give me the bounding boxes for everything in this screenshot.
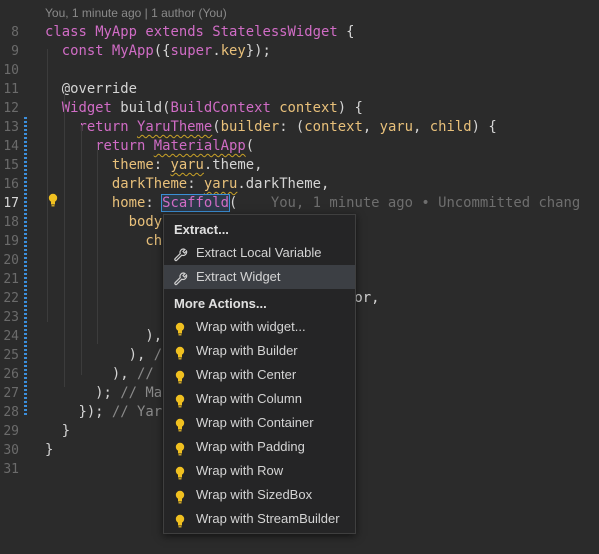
lightbulb-icon: [174, 320, 188, 336]
wrench-icon: [174, 246, 188, 262]
line-number: 17: [3, 196, 19, 211]
line-number: 18: [3, 215, 19, 230]
code-text[interactable]: return MaterialApp(: [45, 137, 254, 156]
indent-guide: [47, 49, 48, 322]
code-line[interactable]: 9 const MyApp({super.key});: [0, 42, 599, 61]
menu-item-wrap-with-padding[interactable]: Wrap with Padding: [164, 435, 355, 459]
menu-item-label: Wrap with Container: [196, 415, 314, 430]
line-number: 14: [3, 139, 19, 154]
code-text[interactable]: ), //: [45, 365, 154, 384]
menu-item-label: Wrap with widget...: [196, 319, 306, 334]
lightbulb-icon: [174, 512, 188, 528]
menu-item-extract-widget[interactable]: Extract Widget: [164, 265, 355, 289]
menu-item-wrap-with-streambuilder[interactable]: Wrap with StreamBuilder: [164, 507, 355, 531]
menu-item-extract-local-variable[interactable]: Extract Local Variable: [164, 241, 355, 265]
line-number: 19: [3, 234, 19, 249]
menu-item-label: Wrap with Column: [196, 391, 302, 406]
inline-blame: You, 1 minute ago • Uncommitted chang: [237, 195, 581, 211]
menu-item-label: Extract Widget: [196, 269, 281, 284]
lightbulb-icon: [174, 464, 188, 480]
code-text[interactable]: body: [45, 213, 162, 232]
line-number: 24: [3, 329, 19, 344]
code-text[interactable]: ); // Ma: [45, 384, 162, 403]
menu-item-wrap-with-builder[interactable]: Wrap with Builder: [164, 339, 355, 363]
code-text[interactable]: @override: [45, 80, 137, 99]
code-text[interactable]: }: [45, 441, 53, 460]
menu-item-wrap-with-sizedbox[interactable]: Wrap with SizedBox: [164, 483, 355, 507]
line-number: 25: [3, 348, 19, 363]
wrench-icon: [174, 270, 188, 286]
code-text[interactable]: const MyApp({super.key});: [45, 42, 271, 61]
quick-fix-menu: Extract... Extract Local Variable Extract…: [163, 214, 356, 534]
line-number: 15: [3, 158, 19, 173]
menu-item-wrap-with-widget[interactable]: Wrap with widget...: [164, 315, 355, 339]
indent-guide: [97, 144, 98, 344]
line-number: 10: [3, 63, 19, 78]
lightbulb-icon: [174, 344, 188, 360]
menu-item-label: Wrap with Row: [196, 463, 284, 478]
line-number: 28: [3, 405, 19, 420]
line-number: 21: [3, 272, 19, 287]
line-number: 23: [3, 310, 19, 325]
code-line[interactable]: 16 darkTheme: yaru.darkTheme,: [0, 175, 599, 194]
code-text[interactable]: darkTheme: yaru.darkTheme,: [45, 175, 329, 194]
code-text[interactable]: ch: [45, 232, 162, 251]
code-text[interactable]: class MyApp extends StatelessWidget {: [45, 23, 354, 42]
menu-item-wrap-with-column[interactable]: Wrap with Column: [164, 387, 355, 411]
code-line[interactable]: 11 @override: [0, 80, 599, 99]
menu-item-label: Wrap with Builder: [196, 343, 298, 358]
code-text[interactable]: Widget build(BuildContext context) {: [45, 99, 363, 118]
indent-guide: [64, 87, 65, 387]
code-line[interactable]: 8 class MyApp extends StatelessWidget {: [0, 23, 599, 42]
code-line[interactable]: 10: [0, 61, 599, 80]
line-number: 12: [3, 101, 19, 116]
line-number: 9: [11, 44, 19, 59]
line-number: 22: [3, 291, 19, 306]
line-number: 8: [11, 25, 19, 40]
menu-item-label: Wrap with SizedBox: [196, 487, 313, 502]
code-line[interactable]: 14 return MaterialApp(: [0, 137, 599, 156]
code-text[interactable]: return YaruTheme(builder: (context, yaru…: [45, 118, 496, 137]
code-line[interactable]: 15 theme: yaru.theme,: [0, 156, 599, 175]
code-line[interactable]: 13 return YaruTheme(builder: (context, y…: [0, 118, 599, 137]
lightbulb-icon: [174, 488, 188, 504]
code-text[interactable]: ), /: [45, 346, 162, 365]
lightbulb-icon: [174, 416, 188, 432]
line-number: 11: [3, 82, 19, 97]
line-number: 31: [3, 462, 19, 477]
line-number: 16: [3, 177, 19, 192]
menu-item-wrap-with-row[interactable]: Wrap with Row: [164, 459, 355, 483]
line-number: 27: [3, 386, 19, 401]
code-text[interactable]: }: [45, 422, 70, 441]
menu-item-label: Wrap with StreamBuilder: [196, 511, 340, 526]
code-text[interactable]: home: Scaffold( You, 1 minute ago • Unco…: [45, 194, 580, 213]
line-number: 20: [3, 253, 19, 268]
menu-item-label: Wrap with Center: [196, 367, 297, 382]
selected-token-scaffold: Scaffold: [161, 194, 230, 212]
change-indicator-bar[interactable]: [24, 117, 27, 417]
menu-item-wrap-with-center[interactable]: Wrap with Center: [164, 363, 355, 387]
code-line[interactable]: 17 home: Scaffold( You, 1 minute ago • U…: [0, 194, 599, 213]
line-number: 26: [3, 367, 19, 382]
code-text[interactable]: }); // Yar: [45, 403, 162, 422]
line-number: 30: [3, 443, 19, 458]
codelens-author-info[interactable]: You, 1 minute ago | 1 author (You): [45, 6, 227, 20]
lightbulb-icon: [174, 440, 188, 456]
menu-item-label: Extract Local Variable: [196, 245, 322, 260]
lightbulb-icon: [174, 392, 188, 408]
lightbulb-icon[interactable]: [47, 193, 59, 207]
menu-section-extract: Extract...: [174, 222, 229, 237]
line-number: 13: [3, 120, 19, 135]
code-text[interactable]: theme: yaru.theme,: [45, 156, 263, 175]
lightbulb-icon: [174, 368, 188, 384]
code-line[interactable]: 12 Widget build(BuildContext context) {: [0, 99, 599, 118]
menu-item-wrap-with-container[interactable]: Wrap with Container: [164, 411, 355, 435]
indent-guide: [81, 125, 82, 375]
menu-section-more-actions: More Actions...: [174, 296, 267, 311]
code-text[interactable]: ),: [45, 327, 162, 346]
menu-item-label: Wrap with Padding: [196, 439, 305, 454]
line-number: 29: [3, 424, 19, 439]
